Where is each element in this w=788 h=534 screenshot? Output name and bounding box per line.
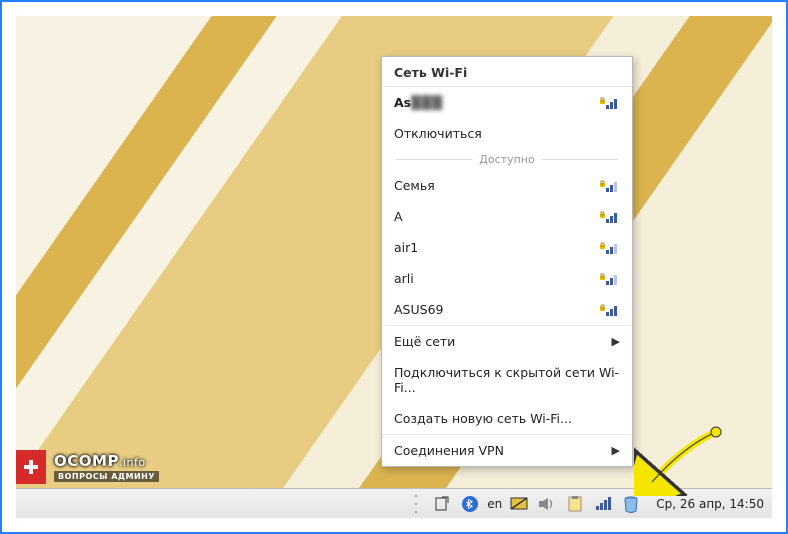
site-watermark: OCOMP.info ВОПРОСЫ АДМИНУ xyxy=(16,450,167,484)
wifi-network-label: arli xyxy=(394,271,600,286)
system-tray: en xyxy=(431,493,642,515)
wifi-connect-hidden[interactable]: Подключиться к скрытой сети Wi-Fi... xyxy=(382,357,632,403)
brand-name: OCOMP.info xyxy=(54,452,159,470)
screenshot-frame: Сеть Wi-Fi As███ Отключиться Доступно Се… xyxy=(0,0,788,534)
taskbar-clock[interactable]: Ср, 26 апр, 14:50 xyxy=(656,497,764,511)
wifi-signal-lock-icon xyxy=(600,210,620,224)
tray-language-indicator[interactable]: en xyxy=(487,493,502,515)
brand-text: OCOMP.info ВОПРОСЫ АДМИНУ xyxy=(46,450,167,484)
wifi-signal-lock-icon xyxy=(600,303,620,317)
wifi-network-label: ASUS69 xyxy=(394,302,600,317)
tray-volume-icon[interactable] xyxy=(536,493,558,515)
wifi-network-item[interactable]: A xyxy=(382,201,632,232)
wifi-connected-name: As xyxy=(394,95,411,110)
wifi-connect-hidden-label: Подключиться к скрытой сети Wi-Fi... xyxy=(394,365,620,395)
wifi-network-label: air1 xyxy=(394,240,600,255)
wifi-network-item[interactable]: ASUS69 xyxy=(382,294,632,325)
wifi-available-label: Доступно xyxy=(479,153,534,166)
wifi-signal-lock-icon xyxy=(600,272,620,286)
wifi-vpn-connections[interactable]: Соединения VPN ▶ xyxy=(382,434,632,466)
brand-cross-icon xyxy=(16,450,46,484)
wifi-disconnect-label: Отключиться xyxy=(394,126,620,141)
screen: Сеть Wi-Fi As███ Отключиться Доступно Се… xyxy=(16,16,772,518)
wifi-network-item[interactable]: arli xyxy=(382,263,632,294)
taskbar: en Ср, 26 апр, 14:50 xyxy=(16,488,772,518)
brand-tagline: ВОПРОСЫ АДМИНУ xyxy=(54,471,159,482)
wifi-available-divider: Доступно xyxy=(382,149,632,170)
wifi-signal-lock-icon xyxy=(600,241,620,255)
chevron-right-icon: ▶ xyxy=(612,335,620,348)
wifi-network-label: A xyxy=(394,209,600,224)
wifi-disconnect[interactable]: Отключиться xyxy=(382,118,632,149)
wifi-create-new-label: Создать новую сеть Wi-Fi... xyxy=(394,411,620,426)
chevron-right-icon: ▶ xyxy=(612,444,620,457)
wifi-network-item[interactable]: air1 xyxy=(382,232,632,263)
tray-trash-icon[interactable] xyxy=(620,493,642,515)
wifi-vpn-label: Соединения VPN xyxy=(394,443,612,458)
wifi-connected-network[interactable]: As███ xyxy=(382,87,632,118)
wifi-signal-lock-icon xyxy=(600,179,620,193)
tray-network-icon[interactable] xyxy=(592,493,614,515)
wifi-signal-lock-icon xyxy=(600,96,620,110)
wifi-more-networks[interactable]: Ещё сети ▶ xyxy=(382,325,632,357)
wifi-connected-label: As███ xyxy=(394,95,600,110)
wifi-network-item[interactable]: Семья xyxy=(382,170,632,201)
wifi-create-new[interactable]: Создать новую сеть Wi-Fi... xyxy=(382,403,632,434)
wifi-more-networks-label: Ещё сети xyxy=(394,334,612,349)
wifi-menu-title: Сеть Wi-Fi xyxy=(382,57,632,87)
tray-notes-icon[interactable] xyxy=(564,493,586,515)
tray-display-icon[interactable] xyxy=(508,493,530,515)
wifi-menu: Сеть Wi-Fi As███ Отключиться Доступно Се… xyxy=(381,56,633,467)
taskbar-grip-icon xyxy=(415,495,419,513)
wifi-network-label: Семья xyxy=(394,178,600,193)
tray-bluetooth-icon[interactable] xyxy=(459,493,481,515)
tray-clipboard-icon[interactable] xyxy=(431,493,453,515)
wifi-connected-obscured: ███ xyxy=(411,95,443,110)
